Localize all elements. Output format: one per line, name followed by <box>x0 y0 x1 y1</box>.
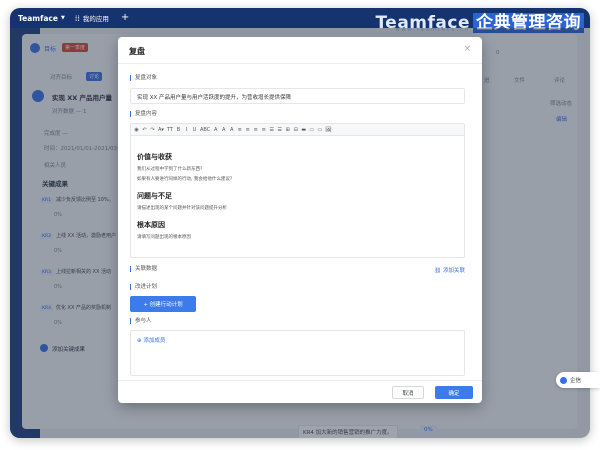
editor-paragraph: 请描述出现的某个问题并针对该问题提升分析 <box>137 206 227 211</box>
chat-icon <box>560 376 567 384</box>
editor-paragraph: 请填写问题出现的根本原因 <box>137 235 191 240</box>
toolbar-button-icon[interactable]: ≡ <box>237 127 242 133</box>
grid-icon[interactable]: ⁞⁞ <box>75 14 80 23</box>
app-logo[interactable]: Teamface <box>18 14 58 23</box>
close-icon[interactable]: × <box>463 44 471 54</box>
editor-paragraph: 我们从过程中学到了什么新东西? <box>137 167 203 172</box>
toolbar-button-icon[interactable]: U <box>192 127 197 133</box>
toolbar-button-icon[interactable]: ↷ <box>150 127 155 133</box>
toolbar-button-icon[interactable]: ⊞ <box>285 127 290 133</box>
toolbar-button-icon[interactable]: ▭ <box>309 127 314 133</box>
editor-heading: 价值与收获 <box>137 153 172 161</box>
toolbar-button-icon[interactable]: TT <box>167 127 173 133</box>
toolbar-button-icon[interactable]: ≡ <box>245 127 250 133</box>
obj-label: 复盘对象 <box>130 75 157 81</box>
my-apps-link[interactable]: 我的应用 <box>83 13 109 23</box>
add-member-link[interactable]: ⊕ 添加成员 <box>137 336 165 344</box>
toolbar-button-icon[interactable]: 🖼 <box>325 127 331 133</box>
link-icon: ⛓ <box>434 268 443 274</box>
editor-heading: 问题与不足 <box>137 192 172 200</box>
toolbar-button-icon[interactable]: A <box>221 127 226 133</box>
toolbar-button-icon[interactable]: ☰ <box>269 127 274 133</box>
review-dialog: 复盘 × 复盘对象 实现 XX 产品用户量与用户活跃度的提升，为营收增长提供保障… <box>118 37 482 403</box>
plan-label: 改进计划 <box>130 284 157 290</box>
create-action-plan-button[interactable]: + 创建行动计划 <box>130 296 196 312</box>
toolbar-button-icon[interactable]: ◉ <box>134 127 139 133</box>
editor-paragraph: 如果有人要进行同样的行动, 我会给他什么建议? <box>137 177 233 182</box>
editor-heading: 根本原因 <box>137 221 165 229</box>
toolbar-button-icon[interactable]: ⊟ <box>293 127 298 133</box>
toolbar-button-icon[interactable]: ABC <box>200 127 210 133</box>
add-related-link[interactable]: ⛓ 添加关联 <box>434 266 465 274</box>
chevron-down-icon[interactable]: ▼ <box>61 15 65 21</box>
content-label: 复盘内容 <box>130 111 157 117</box>
top-bar: Teamface ▼ ⁞⁞ 我的应用 + Teamface 企典管理咨询 www.… <box>10 8 590 33</box>
dialog-title: 复盘 <box>129 47 145 56</box>
toolbar-button-icon[interactable]: ↶ <box>142 127 147 133</box>
toolbar-button-icon[interactable]: A <box>229 127 234 133</box>
toolbar-button-icon[interactable]: A <box>213 127 218 133</box>
toolbar-button-icon[interactable]: ☰ <box>277 127 282 133</box>
toolbar-button-icon[interactable]: B <box>176 127 181 133</box>
participants-box: ⊕ 添加成员 <box>130 330 465 376</box>
editor-body[interactable]: 价值与收获我们从过程中学到了什么新东西? 如果有人要进行同样的行动, 我会给他什么… <box>131 136 464 248</box>
cancel-button[interactable]: 取消 <box>392 386 424 399</box>
confirm-button[interactable]: 确定 <box>435 386 473 399</box>
toolbar-button-icon[interactable]: ≡ <box>253 127 258 133</box>
dialog-footer: 取消 确定 <box>118 380 482 403</box>
toolbar-button-icon[interactable]: I <box>184 127 189 133</box>
related-data-row: 关联数据 ⛓ 添加关联 <box>130 266 465 274</box>
rich-text-editor[interactable]: ◉ ↶ ↷ A▾ TT B I U ABC A A A ≡ ≡ ≡ ≡ ☰ ☰ ⊞ ⊟ ▬ ▭ ▭ 🖼 价值与收获 我们从过程中… <box>130 123 465 258</box>
toolbar-button-icon[interactable]: ▬ <box>301 127 306 133</box>
review-object-field[interactable]: 实现 XX 产品用户量与用户活跃度的提升，为营收增长提供保障 <box>130 88 465 104</box>
divider <box>118 63 482 64</box>
editor-toolbar: ◉ ↶ ↷ A▾ TT B I U ABC A A A ≡ ≡ ≡ ≡ ☰ ☰ ⊞ ⊟ ▬ ▭ ▭ 🖼 <box>131 124 464 136</box>
chat-float-button[interactable]: 企信 <box>556 372 600 388</box>
add-tab-icon[interactable]: + <box>121 13 129 23</box>
toolbar-button-icon[interactable]: ▭ <box>317 127 322 133</box>
members-label: 参与人 <box>130 318 152 324</box>
toolbar-button-icon[interactable]: ≡ <box>261 127 266 133</box>
rel-label: 关联数据 <box>130 266 157 272</box>
toolbar-button-icon[interactable]: A▾ <box>158 127 164 133</box>
